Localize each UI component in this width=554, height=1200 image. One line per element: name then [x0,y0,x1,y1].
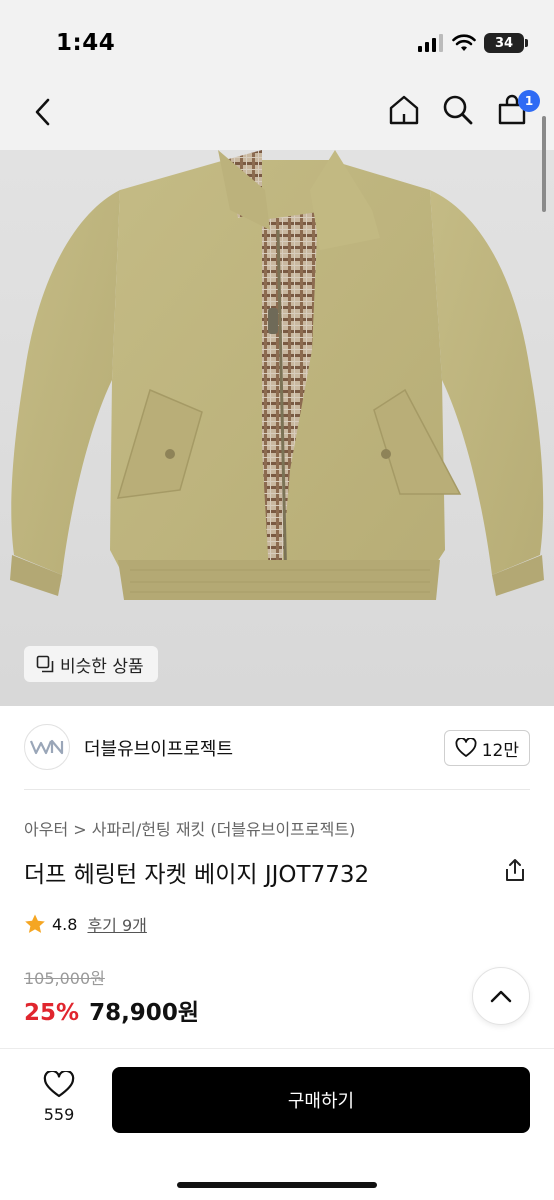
similar-icon [36,655,54,673]
price-row: 25% 78,900원 [24,993,199,1027]
brand-like-count: 12만 [481,740,519,761]
brand-logo-mark [30,739,64,755]
sale-price: 78,900원 [89,1000,199,1026]
scroll-top-button[interactable] [472,967,530,1025]
home-indicator[interactable] [177,1182,377,1188]
back-icon [35,98,50,126]
review-link[interactable]: 후기 9개 [87,912,146,936]
similar-products-button[interactable]: 비슷한 상품 [24,646,158,682]
rating-value: 4.8 [52,914,78,934]
brand-row[interactable]: 더블유브이프로젝트 12만 [0,706,554,790]
wifi-icon [452,34,476,51]
discount-rate: 25% [24,1000,80,1026]
product-title: 더프 헤링턴 자켓 베이지 JJOT7732 [24,862,370,888]
cart-button[interactable]: 1 [494,90,540,128]
search-button[interactable] [440,92,476,128]
brand-logo [24,724,70,770]
status-bar: 1:44 34 [0,0,554,80]
scrollbar-thumb[interactable] [542,116,546,212]
back-button[interactable] [26,95,60,129]
jacket-image [0,150,554,706]
product-image[interactable]: 비슷한 상품 [0,150,554,706]
original-price: 105,000원 [24,969,105,988]
similar-label: 비슷한 상품 [60,656,144,677]
share-button[interactable] [502,856,528,884]
star-icon [25,914,45,933]
brand-name[interactable]: 더블유브이프로젝트 [84,735,233,761]
status-time: 1:44 [56,30,116,56]
search-icon [443,95,473,125]
wishlist-count: 559 [43,1105,75,1124]
rating-row: 4.8 후기 9개 [24,912,147,936]
buy-button[interactable]: 구매하기 [112,1067,530,1133]
battery-indicator: 34 [484,33,528,53]
status-icons: 34 [418,33,528,53]
cart-count-badge: 1 [518,90,540,112]
home-button[interactable] [386,92,422,128]
category-breadcrumb[interactable]: 아우터 > 사파리/헌팅 재킷 (더블유브이프로젝트) [24,816,355,840]
heart-icon [455,738,477,757]
brand-like-button[interactable]: 12만 [443,730,530,766]
signal-icon [418,34,443,52]
home-icon [389,95,419,125]
bottom-purchase-bar: 559 구매하기 [0,1048,554,1200]
divider [24,789,530,790]
wishlist-button[interactable]: 559 [34,1071,84,1124]
nav-bar: 1 [0,80,554,150]
heart-icon [43,1071,75,1098]
nav-actions: 1 [386,90,540,128]
chevron-up-icon [490,990,512,1003]
share-icon [506,859,524,881]
